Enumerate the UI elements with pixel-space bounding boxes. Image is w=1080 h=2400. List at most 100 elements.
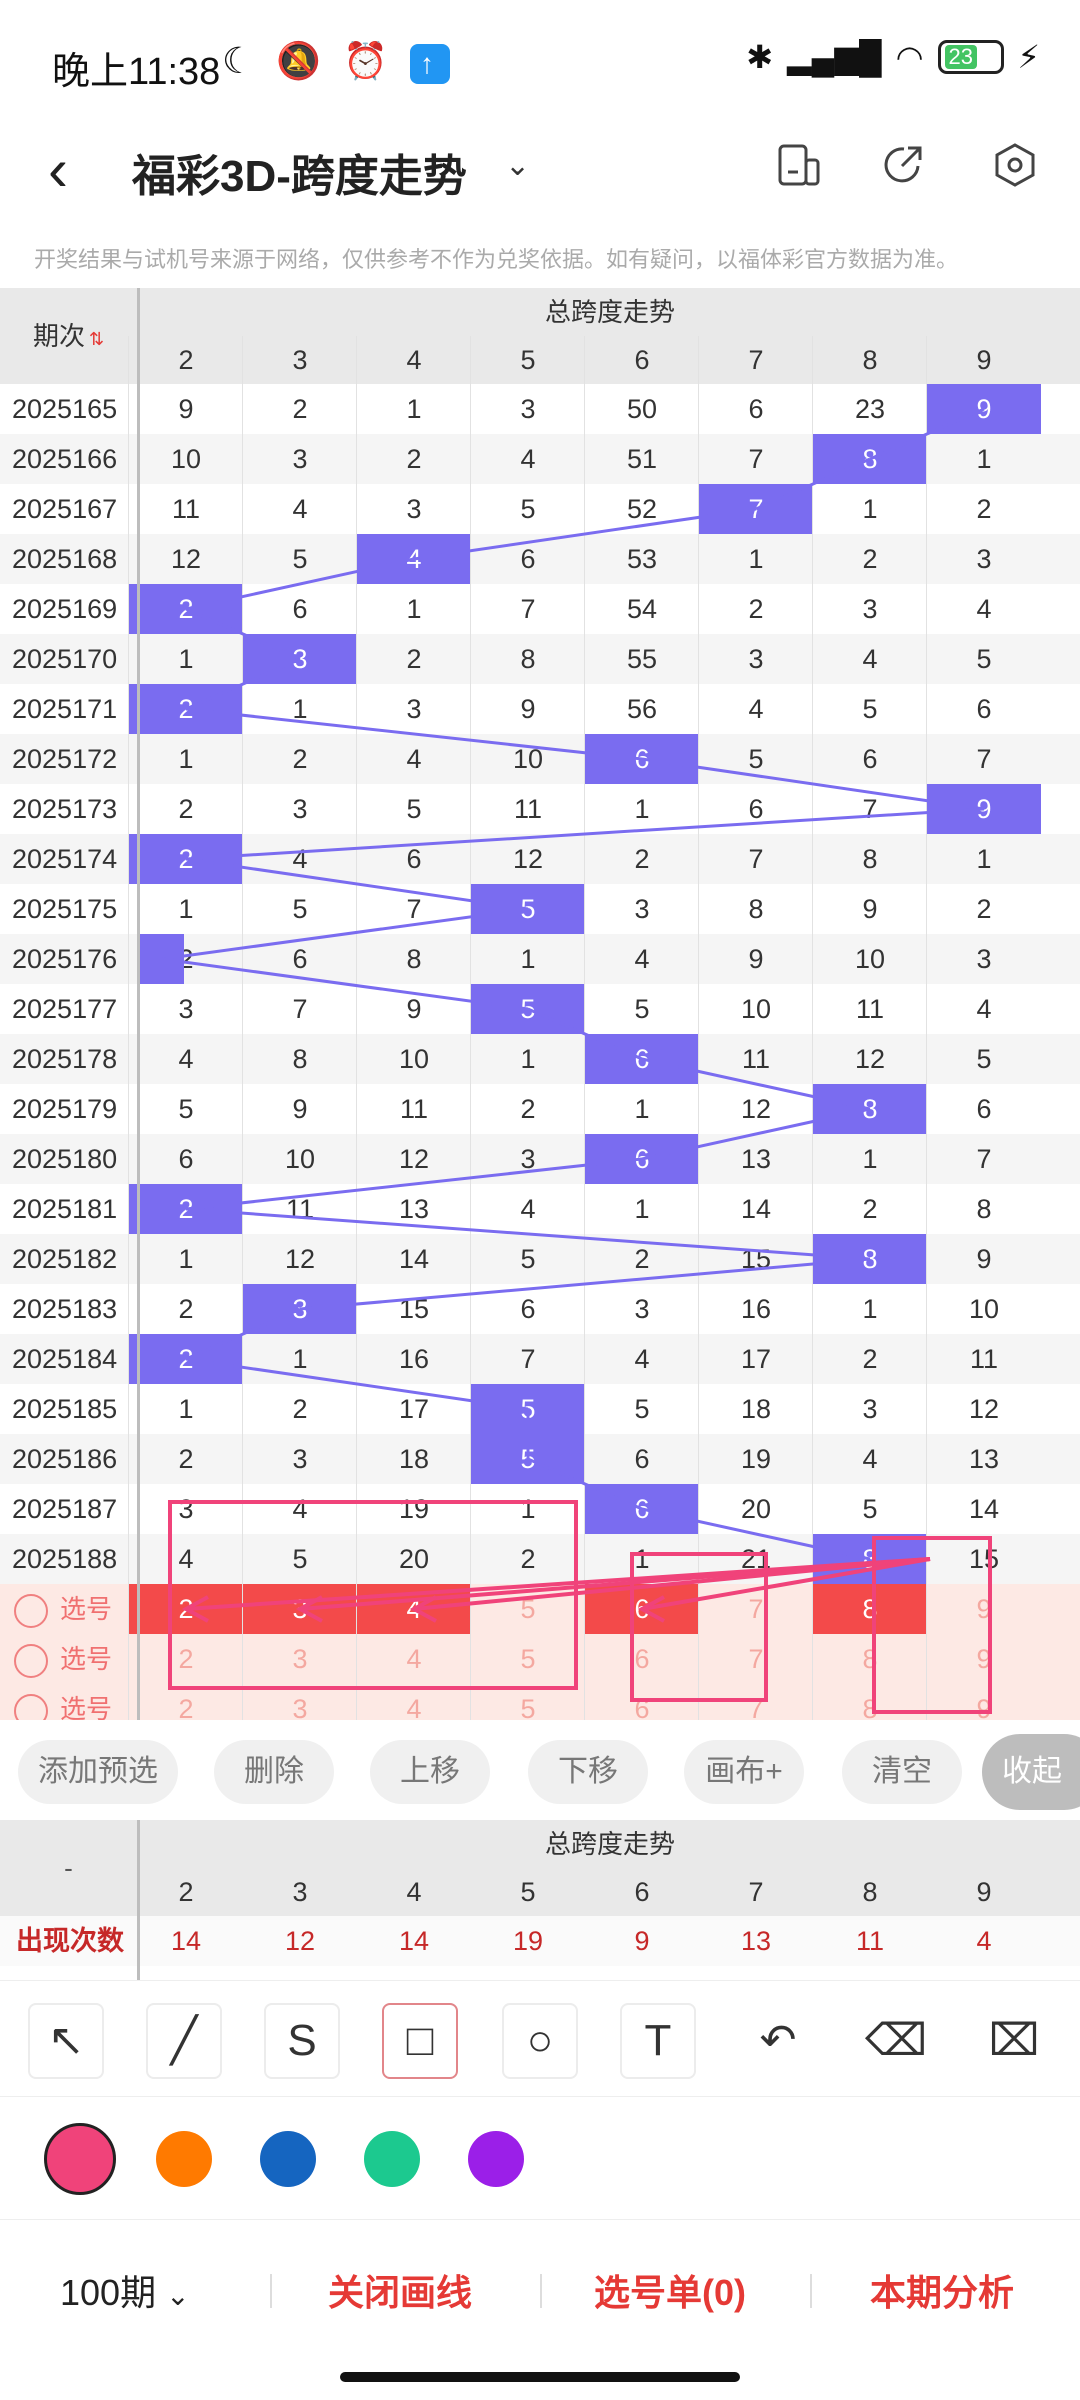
back-icon[interactable]: ‹ — [48, 140, 68, 200]
action-button[interactable]: 下移 — [528, 1740, 648, 1804]
trend-cell: 6 — [292, 594, 308, 624]
pick-number[interactable]: 6 — [585, 1584, 699, 1634]
trend-cell: 10 — [170, 444, 202, 474]
trend-cell: 23 — [854, 394, 886, 424]
trend-cell: 4 — [634, 1344, 650, 1374]
trend-cell: 7 — [406, 894, 422, 924]
pick-number[interactable]: 9 — [927, 1584, 1041, 1634]
freehand-tool-icon[interactable]: S — [264, 2003, 340, 2079]
period-header[interactable]: 期次 ⇅ — [0, 288, 137, 384]
eraser-icon[interactable]: ⌫ — [858, 2003, 934, 2079]
trend-cell: 11 — [285, 1194, 315, 1224]
pick-number[interactable]: 4 — [357, 1634, 471, 1684]
trend-cell: 6 — [976, 694, 992, 724]
trend-cell: 5 — [292, 894, 308, 924]
trend-cell: 15 — [740, 1244, 772, 1274]
collapse-button[interactable]: 收起 — [982, 1734, 1080, 1810]
pick-number[interactable]: 6 — [585, 1684, 699, 1720]
pick-row-label[interactable]: 选号 — [14, 1584, 134, 1634]
settings-icon[interactable] — [992, 142, 1038, 188]
trend-cell: 8 — [748, 894, 764, 924]
radio-circle-icon[interactable] — [14, 1694, 48, 1720]
action-button[interactable]: 画布+ — [684, 1740, 804, 1804]
pick-number[interactable]: 8 — [813, 1584, 927, 1634]
grid-title: 总跨度走势 — [140, 288, 1080, 336]
pick-number[interactable]: 2 — [129, 1634, 243, 1684]
layout-icon[interactable] — [776, 142, 822, 188]
trend-cell: 2 — [129, 1184, 243, 1234]
share-icon[interactable] — [880, 142, 926, 188]
pick-number[interactable]: 5 — [471, 1584, 585, 1634]
circle-tool-icon[interactable]: ○ — [502, 2003, 578, 2079]
trend-cell: 2 — [129, 584, 243, 634]
pick-number[interactable]: 3 — [243, 1634, 357, 1684]
chevron-down-icon[interactable]: ⌄ — [505, 148, 530, 183]
color-swatch[interactable] — [156, 2131, 212, 2187]
trend-cell: 2 — [129, 1334, 243, 1384]
text-tool-icon[interactable]: T — [620, 2003, 696, 2079]
trend-cell: 6 — [976, 1094, 992, 1124]
radio-circle-icon[interactable] — [14, 1594, 48, 1629]
pick-number[interactable]: 6 — [585, 1634, 699, 1684]
pick-number[interactable]: 7 — [699, 1634, 813, 1684]
trend-cell: 6 — [292, 944, 308, 974]
pick-number[interactable]: 3 — [243, 1584, 357, 1634]
pick-number[interactable]: 5 — [471, 1634, 585, 1684]
pick-number[interactable]: 9 — [927, 1684, 1041, 1720]
pick-number[interactable]: 9 — [927, 1634, 1041, 1684]
color-swatch[interactable] — [260, 2131, 316, 2187]
period-header-label: 期次 — [32, 321, 85, 351]
trend-cell: 6 — [748, 394, 764, 424]
trend-cell: 2 — [178, 1294, 194, 1324]
action-button[interactable]: 清空 — [842, 1740, 962, 1804]
pick-row-label[interactable]: 选号 — [14, 1634, 134, 1684]
trend-cell: 16 — [398, 1344, 430, 1374]
radio-circle-icon[interactable] — [14, 1644, 48, 1679]
trend-cell: 2 — [292, 394, 308, 424]
pick-row-label[interactable]: 选号 — [14, 1684, 134, 1720]
pick-number[interactable]: 7 — [699, 1684, 813, 1720]
trend-cell: 1 — [634, 794, 650, 824]
trend-cell: 54 — [626, 594, 658, 624]
action-button[interactable]: 添加预选 — [18, 1740, 178, 1804]
clear-brush-icon[interactable]: ⌧ — [976, 2003, 1052, 2079]
close-lines-button[interactable]: 关闭画线 — [328, 2264, 472, 2316]
pick-number[interactable]: 3 — [243, 1684, 357, 1720]
trend-cell: 1 — [178, 644, 194, 674]
page-title[interactable]: 福彩3D-跨度走势 — [132, 140, 467, 204]
rectangle-tool-icon[interactable]: □ — [382, 2003, 458, 2079]
trend-cell: 9 — [292, 1094, 308, 1124]
arrow-tool-icon[interactable]: ↖ — [28, 2003, 104, 2079]
trend-cell: 7 — [292, 994, 308, 1024]
pick-number[interactable]: 7 — [699, 1584, 813, 1634]
analysis-button[interactable]: 本期分析 — [870, 2264, 1014, 2316]
pick-number[interactable]: 5 — [471, 1684, 585, 1720]
trend-cell: 5 — [862, 1494, 878, 1524]
action-button[interactable]: 上移 — [370, 1740, 490, 1804]
action-button[interactable]: 删除 — [214, 1740, 334, 1804]
period-select[interactable]: 100期 ⌄ — [60, 2264, 190, 2316]
undo-icon[interactable]: ↶ — [740, 2003, 816, 2079]
pick-number[interactable]: 4 — [357, 1584, 471, 1634]
pick-number[interactable]: 2 — [129, 1584, 243, 1634]
trend-cell: 9 — [927, 384, 1041, 434]
trend-cell: 1 — [862, 1144, 878, 1174]
color-swatch[interactable] — [468, 2131, 524, 2187]
divider — [270, 2274, 272, 2308]
pick-number[interactable]: 4 — [357, 1684, 471, 1720]
pick-number[interactable]: 8 — [813, 1634, 927, 1684]
color-swatch[interactable] — [364, 2131, 420, 2187]
trend-cell: 5 — [471, 884, 585, 934]
stats-value: 9 — [634, 1926, 650, 1956]
pick-number[interactable]: 8 — [813, 1684, 927, 1720]
stats-column-header: 8 — [862, 1877, 878, 1907]
pick-list-button[interactable]: 选号单(0) — [594, 2264, 746, 2316]
color-swatch[interactable] — [44, 2123, 116, 2195]
sort-icon[interactable]: ⇅ — [89, 329, 104, 349]
line-tool-icon[interactable]: ╱ — [146, 2003, 222, 2079]
period-cell: 2025173 — [12, 794, 118, 824]
trend-cell: 2 — [862, 1344, 878, 1374]
pick-number[interactable]: 2 — [129, 1684, 243, 1720]
stats-column-header: 6 — [634, 1877, 650, 1907]
period-cell: 2025175 — [12, 894, 118, 924]
